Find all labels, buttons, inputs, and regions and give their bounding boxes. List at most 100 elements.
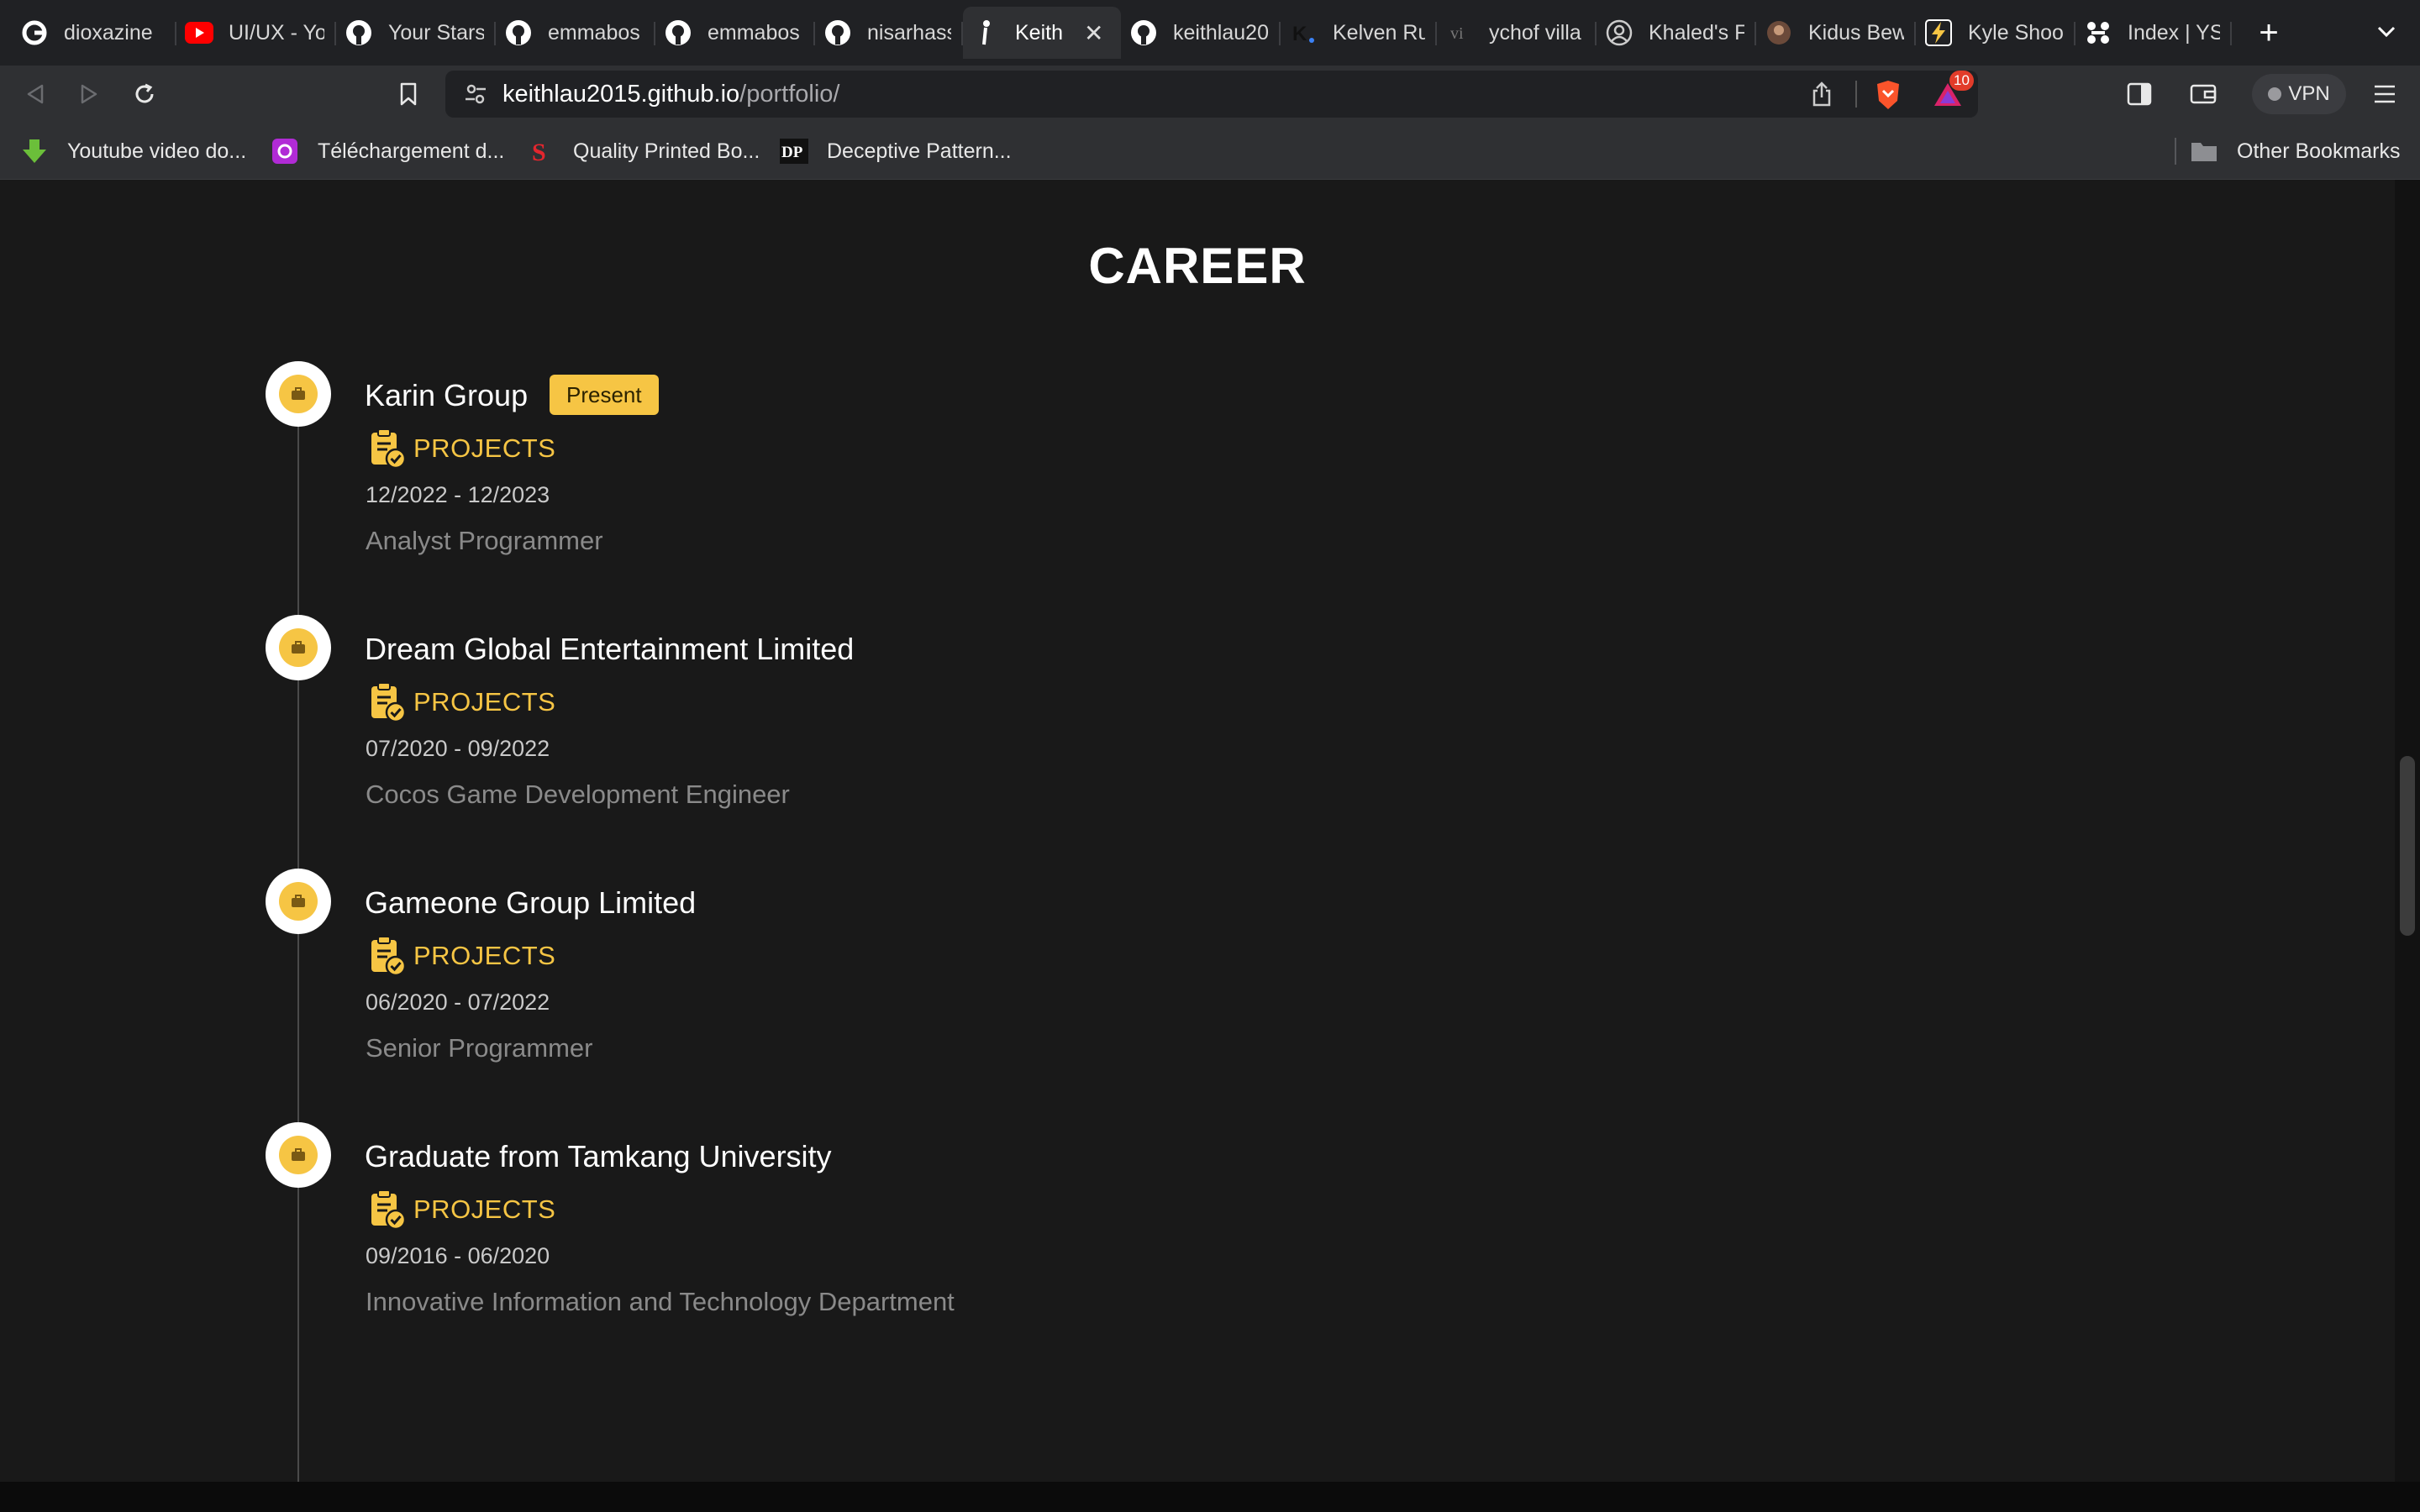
tab-kelven[interactable]: K Kelven Ru: [1281, 7, 1437, 59]
back-icon[interactable]: [18, 77, 52, 111]
wallet-icon[interactable]: [2186, 77, 2220, 111]
projects-link[interactable]: PROJECTS: [370, 934, 555, 978]
other-bookmarks[interactable]: Other Bookmarks: [2190, 134, 2401, 168]
url-path: /portfolio/: [739, 81, 840, 108]
timeline-marker: [266, 615, 331, 680]
sidebar-toggle-icon[interactable]: [2123, 77, 2156, 111]
page-content: CAREER Karin Group Present PROJECTS 12/2…: [0, 180, 2395, 1504]
clipboard-check-icon: [370, 427, 407, 470]
tab-emmabos-1[interactable]: emmabos: [496, 7, 655, 59]
tab-your-stars[interactable]: Your Stars: [336, 7, 496, 59]
tab-title: Index | YS: [2128, 20, 2220, 45]
job-role: Senior Programmer: [366, 1033, 593, 1063]
timeline-marker: [266, 361, 331, 427]
company-name: Graduate from Tamkang University: [365, 1139, 832, 1173]
tab-kidus[interactable]: Kidus Bew: [1756, 7, 1916, 59]
tab-emmabos-2[interactable]: emmabos: [655, 7, 815, 59]
bookmark-deceptive-patterns[interactable]: DP Deceptive Pattern...: [780, 134, 1012, 168]
projects-link[interactable]: PROJECTS: [370, 427, 555, 470]
share-icon[interactable]: [1810, 81, 1833, 112]
tab-title: emmabos: [548, 20, 640, 45]
purple-square-icon: [271, 137, 299, 165]
avatar-photo-icon: [1765, 18, 1793, 47]
tab-uiux[interactable]: UI/UX - Yo: [176, 7, 336, 59]
briefcase-icon: [279, 882, 318, 921]
tab-title: dioxazine: [64, 20, 153, 45]
tab-strip: dioxazine UI/UX - Yo Your Stars emmabos …: [0, 0, 2420, 66]
github-icon: [504, 18, 533, 47]
career-heading: CAREER: [1088, 238, 1307, 294]
github-icon: [345, 18, 373, 47]
vpn-status-dot: [2268, 87, 2282, 101]
tab-title: emmabos: [708, 20, 800, 45]
vpn-button[interactable]: VPN: [2252, 74, 2346, 114]
bookmark-youtube-downloader[interactable]: Youtube video do...: [20, 134, 246, 168]
bookmark-icon[interactable]: [392, 77, 425, 111]
timeline-marker: [266, 1122, 331, 1188]
company-name: Gameone Group Limited: [365, 885, 697, 920]
dp-logo-icon: DP: [780, 137, 808, 165]
rewards-count-badge: 10: [1949, 71, 1974, 91]
date-range: 07/2020 - 09/2022: [366, 736, 550, 761]
bolt-icon: [1924, 18, 1953, 47]
timeline-marker: [266, 869, 331, 934]
tab-nisarhass[interactable]: nisarhass: [815, 7, 963, 59]
career-entry: Gameone Group Limited PROJECTS 06/2020 -…: [0, 869, 2395, 1087]
site-settings-icon[interactable]: [464, 82, 487, 110]
tab-keith-active[interactable]: Keith ✕: [963, 7, 1121, 59]
scrollbar-thumb[interactable]: [2400, 756, 2415, 936]
tab-ychof-villa[interactable]: vi ychof villa: [1437, 7, 1597, 59]
briefcase-icon: [279, 628, 318, 667]
chevron-down-icon[interactable]: [2370, 15, 2403, 49]
projects-label: PROJECTS: [413, 941, 556, 970]
tab-title: nisarhass: [867, 20, 951, 45]
new-tab-plus-icon[interactable]: +: [2244, 7, 2294, 59]
clipboard-check-icon: [370, 934, 407, 978]
download-arrow-icon: [20, 137, 49, 165]
tab-khaled[interactable]: Khaled's F: [1597, 7, 1756, 59]
vpn-label: VPN: [2288, 82, 2330, 105]
figure-icon: [971, 18, 1000, 47]
bookmark-label: Téléchargement d...: [318, 139, 505, 163]
tab-title: Keith: [1015, 20, 1063, 45]
job-role: Cocos Game Development Engineer: [366, 780, 790, 809]
reload-icon[interactable]: [128, 77, 161, 111]
address-bar[interactable]: keithlau2015.github.io/portfolio/ 10: [445, 71, 1978, 118]
menu-hamburger-icon[interactable]: [2368, 77, 2402, 111]
bookmark-telechargement[interactable]: Téléchargement d...: [271, 134, 504, 168]
career-entry: Dream Global Entertainment Limited PROJE…: [0, 615, 2395, 833]
projects-link[interactable]: PROJECTS: [370, 680, 555, 724]
svg-text:vi: vi: [1450, 24, 1464, 43]
forward-icon[interactable]: [72, 77, 106, 111]
nodes-icon: [2084, 18, 2112, 47]
present-badge: Present: [550, 375, 659, 415]
tab-dioxazine[interactable]: dioxazine: [12, 7, 176, 59]
job-role: Innovative Information and Technology De…: [366, 1287, 955, 1316]
bookmarks-bar: Youtube video do... Téléchargement d... …: [0, 123, 2420, 180]
url-text[interactable]: keithlau2015.github.io/portfolio/: [502, 81, 839, 108]
projects-label: PROJECTS: [413, 433, 556, 463]
github-icon: [664, 18, 692, 47]
career-entry: Karin Group Present PROJECTS 12/2022 - 1…: [0, 361, 2395, 580]
projects-link[interactable]: PROJECTS: [370, 1188, 555, 1231]
bookmark-label: Youtube video do...: [67, 139, 247, 163]
tab-index-ys[interactable]: Index | YS: [2075, 7, 2232, 59]
github-icon: [823, 18, 852, 47]
tab-kyle[interactable]: Kyle Shoo: [1916, 7, 2075, 59]
close-tab-icon[interactable]: ✕: [1084, 19, 1103, 47]
bookmarks-separator: [2175, 138, 2176, 165]
avatar-outline-icon: [1605, 18, 1634, 47]
bookmark-quality-printed[interactable]: S Quality Printed Bo...: [526, 134, 760, 168]
projects-label: PROJECTS: [413, 687, 556, 717]
k-logo-icon: K: [1289, 18, 1318, 47]
tab-keithlau20[interactable]: keithlau20: [1121, 7, 1281, 59]
brave-shields-icon[interactable]: [1874, 79, 1902, 115]
projects-label: PROJECTS: [413, 1194, 556, 1224]
tab-title: keithlau20: [1173, 20, 1269, 45]
svg-text:DP: DP: [781, 144, 803, 161]
tab-title: Kyle Shoo: [1968, 20, 2064, 45]
date-range: 12/2022 - 12/2023: [366, 482, 550, 507]
tab-title: Khaled's F: [1649, 20, 1744, 45]
browser-toolbar: keithlau2015.github.io/portfolio/ 10 VPN: [0, 66, 2420, 123]
clipboard-check-icon: [370, 680, 407, 724]
